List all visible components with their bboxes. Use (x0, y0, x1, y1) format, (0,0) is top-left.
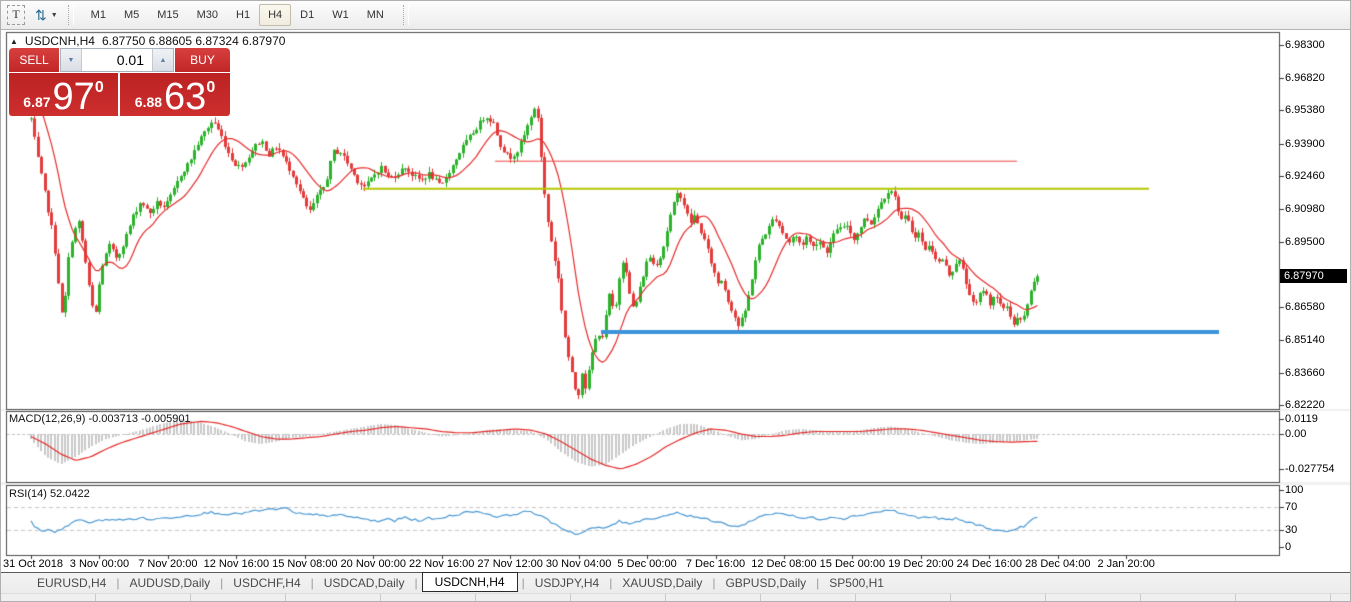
time-tick-label: 27 Nov 12:00 (477, 558, 542, 570)
timeframe-button-H4[interactable]: H4 (259, 4, 291, 26)
arrows-icon: ⇅ (35, 8, 47, 22)
time-tick-label: 15 Nov 08:00 (272, 558, 337, 570)
ohlc-values: 6.87750 6.88605 6.87324 6.87970 (102, 34, 286, 48)
buy-price-pips: 63 (164, 81, 206, 113)
volume-increase-button[interactable]: ▲ (152, 49, 173, 71)
sell-price-point: 0 (95, 79, 104, 97)
time-tick-label: 30 Nov 04:00 (546, 558, 611, 570)
time-tick-label: 5 Dec 00:00 (617, 558, 676, 570)
timeframe-button-D1[interactable]: D1 (291, 4, 323, 26)
timeframe-button-M15[interactable]: M15 (148, 4, 187, 26)
sell-price-prefix: 6.87 (23, 94, 50, 110)
tab-separator: | (712, 576, 715, 590)
price-tick-label: 6.92460 (1285, 170, 1325, 182)
macd-indicator-label: MACD(12,26,9) -0.003713 -0.005901 (9, 413, 191, 425)
tab-separator: | (311, 576, 314, 590)
tab-separator: | (522, 576, 525, 590)
timeframe-button-MN[interactable]: MN (358, 4, 393, 26)
sell-price-pips: 97 (53, 81, 95, 113)
symbol-timeframe-label: USDCNH,H4 (25, 34, 95, 48)
time-tick-label: 7 Nov 20:00 (138, 558, 197, 570)
volume-field[interactable]: 0.01 (82, 49, 152, 71)
price-tick-label: 6.98300 (1285, 39, 1325, 51)
time-tick-label: 20 Nov 00:00 (341, 558, 406, 570)
symbol-tab-AUDUSD[interactable]: AUDUSD,Daily (123, 574, 216, 592)
time-tick-label: 31 Oct 2018 (3, 558, 63, 570)
sell-button[interactable]: SELL (9, 48, 59, 72)
time-tick-label: 15 Dec 00:00 (820, 558, 885, 570)
symbol-tab-USDJPY[interactable]: USDJPY,H4 (529, 574, 605, 592)
time-tick-label: 3 Nov 00:00 (70, 558, 129, 570)
arrows-tool-button[interactable]: ⇅ ▼ (35, 8, 58, 22)
price-tick-label: 6.89500 (1285, 236, 1325, 248)
tab-separator: | (816, 576, 819, 590)
top-toolbar: T ⇅ ▼ M1M5M15M30H1H4D1W1MN (1, 1, 1350, 30)
timeframe-button-H1[interactable]: H1 (227, 4, 259, 26)
collapse-panel-icon[interactable]: ▲ (10, 37, 18, 46)
time-tick-label: 28 Dec 04:00 (1025, 558, 1090, 570)
time-tick-label: 12 Nov 16:00 (204, 558, 269, 570)
volume-decrease-button[interactable]: ▼ (61, 49, 82, 71)
rsi-tick-label: 0 (1285, 541, 1291, 553)
price-tick-label: 6.96820 (1285, 72, 1325, 84)
current-price-tag: 6.87970 (1280, 269, 1347, 283)
timeframe-button-M1[interactable]: M1 (82, 4, 115, 26)
rsi-tick-label: 100 (1285, 484, 1303, 496)
price-tick-label: 6.85140 (1285, 334, 1325, 346)
toolbar-separator (68, 5, 74, 25)
price-tick-label: 6.83660 (1285, 367, 1325, 379)
rsi-tick-label: 30 (1285, 524, 1297, 536)
buy-button[interactable]: BUY (175, 48, 230, 72)
tab-separator: | (220, 576, 223, 590)
macd-tick-label: 0.0119 (1285, 413, 1318, 425)
buy-price-point: 0 (206, 79, 215, 97)
price-tick-label: 6.93900 (1285, 138, 1325, 150)
buy-price-prefix: 6.88 (135, 94, 162, 110)
time-tick-label: 12 Dec 08:00 (751, 558, 816, 570)
tab-separator: | (609, 576, 612, 590)
price-tick-label: 6.90980 (1285, 203, 1325, 215)
timeframe-button-M5[interactable]: M5 (115, 4, 148, 26)
symbol-tab-USDCHF[interactable]: USDCHF,H4 (227, 574, 306, 592)
price-tick-label: 6.82220 (1285, 399, 1325, 411)
time-tick-label: 24 Dec 16:00 (957, 558, 1022, 570)
macd-tick-label: 0.00 (1285, 428, 1306, 440)
timeframe-toolbar: M1M5M15M30H1H4D1W1MN (82, 4, 393, 26)
symbol-tab-USDCNH[interactable]: USDCNH,H4 (422, 572, 518, 592)
volume-stepper: ▼ 0.01 ▲ (60, 48, 174, 72)
symbol-tab-GBPUSD[interactable]: GBPUSD,Daily (719, 574, 812, 592)
text-label-tool-icon[interactable]: T (7, 5, 25, 25)
timeframe-button-M30[interactable]: M30 (188, 4, 227, 26)
symbol-tab-EURUSD[interactable]: EURUSD,H4 (31, 574, 112, 592)
price-tick-label: 6.95380 (1285, 104, 1325, 116)
symbol-tab-XAUUSD[interactable]: XAUUSD,Daily (616, 574, 708, 592)
tab-strip (1, 593, 1350, 602)
price-tick-label: 6.86580 (1285, 301, 1325, 313)
sell-price-box[interactable]: 6.87 97 0 (9, 73, 118, 116)
timeframe-button-W1[interactable]: W1 (323, 4, 358, 26)
buy-price-box[interactable]: 6.88 63 0 (120, 73, 230, 116)
symbol-tabs: EURUSD,H4|AUDUSD,Daily|USDCHF,H4|USDCAD,… (1, 573, 1350, 593)
mt4-application-window: T ⇅ ▼ M1M5M15M30H1H4D1W1MN ▲ USDCNH,H4 6… (0, 0, 1351, 602)
symbol-tab-bar: EURUSD,H4|AUDUSD,Daily|USDCHF,H4|USDCAD,… (1, 572, 1350, 601)
rsi-tick-label: 70 (1285, 501, 1297, 513)
chevron-down-icon: ▼ (51, 12, 58, 19)
toolbar-separator (403, 5, 409, 25)
one-click-trade-panel: SELL ▼ 0.01 ▲ BUY 6.87 97 0 6.88 63 0 (9, 48, 230, 116)
time-tick-label: 2 Jan 20:00 (1097, 558, 1155, 570)
time-tick-label: 19 Dec 20:00 (888, 558, 953, 570)
chart-title: ▲ USDCNH,H4 6.87750 6.88605 6.87324 6.87… (10, 34, 285, 48)
rsi-indicator-label: RSI(14) 52.0422 (9, 488, 90, 500)
tab-separator: | (414, 576, 417, 590)
time-tick-label: 7 Dec 16:00 (686, 558, 745, 570)
macd-tick-label: -0.027754 (1285, 463, 1335, 475)
time-tick-label: 22 Nov 16:00 (409, 558, 474, 570)
symbol-tab-SP500[interactable]: SP500,H1 (823, 574, 890, 592)
symbol-tab-USDCAD[interactable]: USDCAD,Daily (318, 574, 411, 592)
tab-separator: | (116, 576, 119, 590)
